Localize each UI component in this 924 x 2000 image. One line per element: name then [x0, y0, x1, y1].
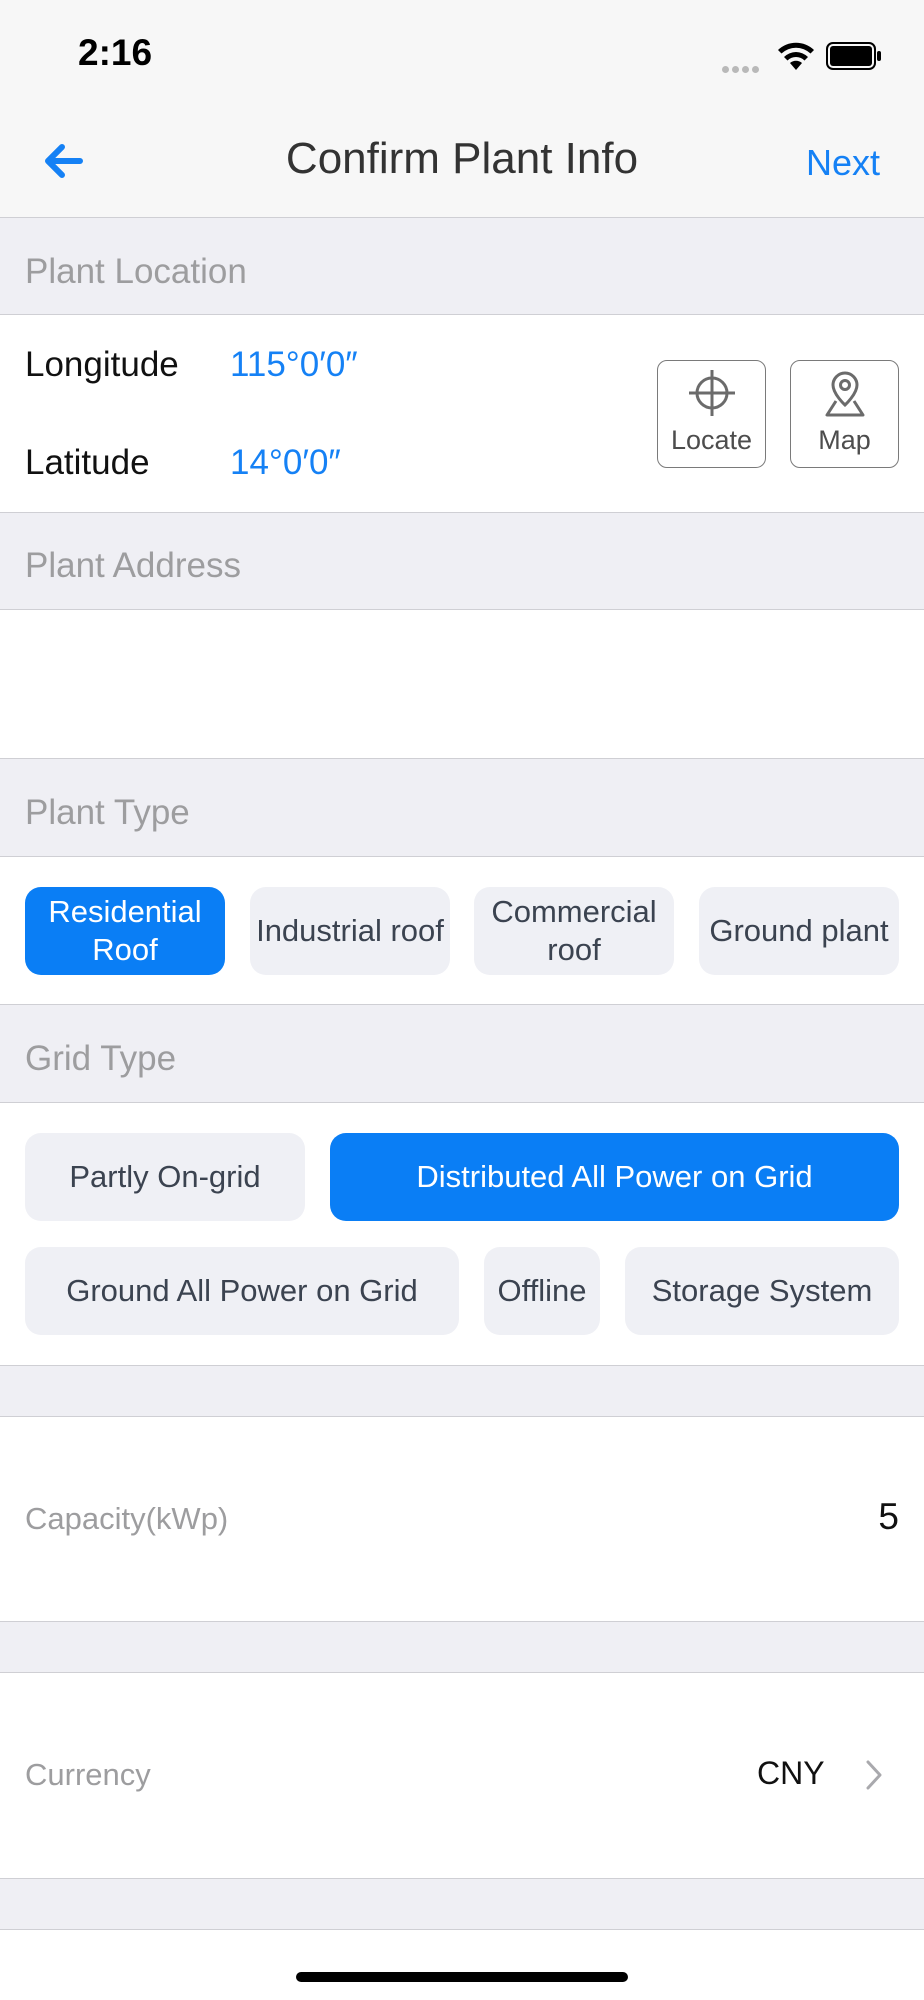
map-pin-icon — [825, 371, 864, 417]
latitude-label: Latitude — [25, 443, 150, 482]
plant-type-ground-plant[interactable]: Ground plant — [699, 887, 899, 975]
section-separator — [0, 1621, 924, 1673]
cellular-signal-icon — [722, 60, 766, 73]
plant-address-field[interactable] — [0, 610, 924, 758]
plant-location-header: Plant Location — [25, 252, 247, 291]
currency-label: Currency — [25, 1757, 151, 1792]
latitude-value: 14°0′0″ — [230, 443, 341, 482]
map-label: Map — [818, 425, 871, 455]
plant-type-residential-roof[interactable]: Residential Roof — [25, 887, 225, 975]
status-time: 2:16 — [78, 32, 153, 73]
longitude-label: Longitude — [25, 345, 179, 384]
next-button[interactable]: Next — [806, 142, 880, 184]
plant-type-commercial-roof[interactable]: Commercial roof — [474, 887, 674, 975]
grid-type-partly-on-grid[interactable]: Partly On-grid — [25, 1133, 305, 1221]
plant-address-header: Plant Address — [25, 546, 241, 585]
battery-icon — [826, 42, 882, 70]
longitude-value: 115°0′0″ — [230, 345, 358, 384]
grid-type-ground-all-power[interactable]: Ground All Power on Grid — [25, 1247, 459, 1335]
map-button[interactable]: Map — [790, 360, 899, 468]
crosshair-icon — [688, 370, 735, 416]
grid-type-offline[interactable]: Offline — [484, 1247, 600, 1335]
grid-type-header: Grid Type — [25, 1039, 177, 1078]
currency-value: CNY — [757, 1755, 825, 1791]
next-row-partial — [0, 1930, 924, 2000]
locate-label: Locate — [670, 425, 753, 455]
plant-type-industrial-roof[interactable]: Industrial roof — [250, 887, 450, 975]
capacity-label: Capacity(kWp) — [25, 1501, 229, 1536]
page-title: Confirm Plant Info — [285, 134, 639, 183]
capacity-value[interactable]: 5 — [878, 1496, 899, 1538]
section-separator — [0, 1878, 924, 1930]
locate-button[interactable]: Locate — [657, 360, 766, 468]
grid-type-distributed-all-power[interactable]: Distributed All Power on Grid — [330, 1133, 899, 1221]
chevron-right-icon — [864, 1758, 884, 1792]
wifi-icon — [776, 40, 816, 72]
plant-type-header: Plant Type — [25, 793, 190, 832]
home-indicator — [296, 1972, 628, 1982]
section-separator — [0, 1365, 924, 1417]
grid-type-storage-system[interactable]: Storage System — [625, 1247, 899, 1335]
